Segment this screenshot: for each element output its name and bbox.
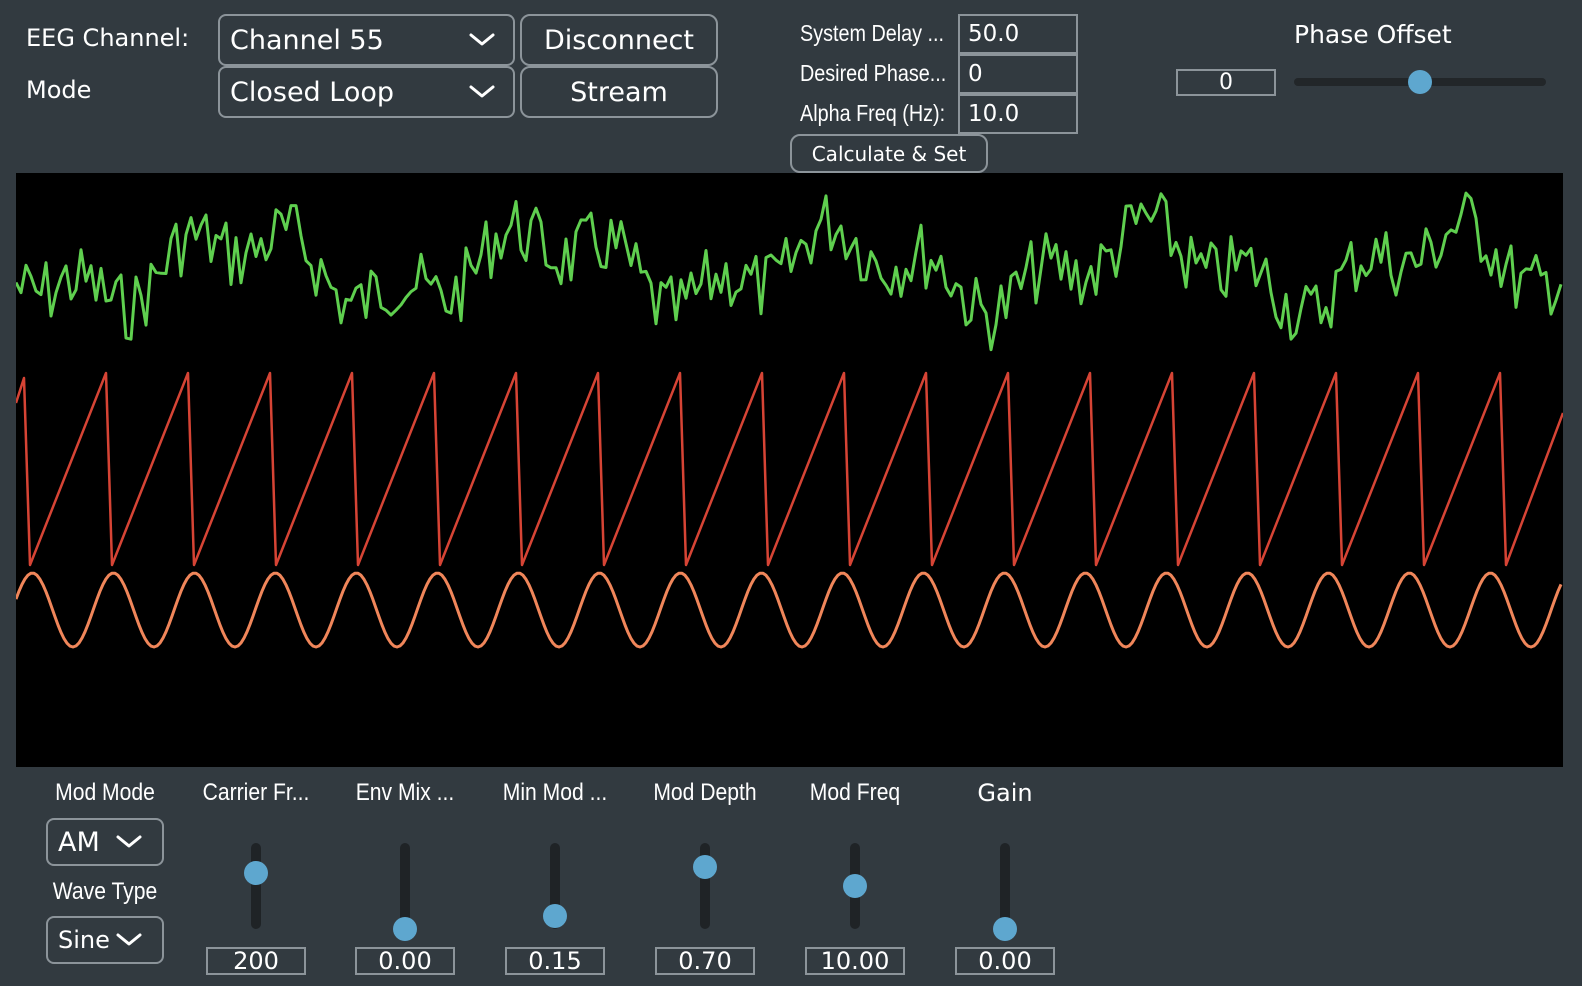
alpha-freq-label: Alpha Freq (Hz): <box>800 100 946 126</box>
slider-label: Gain <box>977 779 1033 807</box>
slider-track[interactable] <box>251 843 261 929</box>
slider-thumb[interactable] <box>843 874 867 898</box>
phase-offset-slider-thumb[interactable] <box>1408 70 1432 94</box>
eeg-channel-label: EEG Channel: <box>26 24 190 52</box>
slider-value[interactable]: 0.15 <box>505 947 605 975</box>
stream-button[interactable]: Stream <box>520 66 718 118</box>
phase-offset-value[interactable]: 0 <box>1176 69 1276 96</box>
chevron-down-icon <box>469 85 495 98</box>
sine-signal-line <box>14 571 1563 649</box>
slider-label: Min Mod ... <box>502 779 608 806</box>
signal-plot <box>14 191 1565 649</box>
slider-thumb[interactable] <box>693 855 717 880</box>
mod-mode-label: Mod Mode <box>55 779 155 806</box>
slider-value[interactable]: 0.00 <box>955 947 1055 975</box>
phase-signal-line <box>14 371 1565 567</box>
slider-thumb[interactable] <box>393 917 417 941</box>
slider-value[interactable]: 0.70 <box>655 947 755 975</box>
slider-thumb[interactable] <box>543 904 567 929</box>
slider-value[interactable]: 10.00 <box>805 947 905 975</box>
slider-label: Carrier Fr... <box>202 779 310 806</box>
system-delay-input[interactable]: 50.0 <box>958 14 1078 54</box>
system-delay-label: System Delay ... <box>800 20 944 46</box>
chevron-down-icon <box>116 835 142 848</box>
slider-thumb[interactable] <box>244 861 268 886</box>
calculate-set-button[interactable]: Calculate & Set <box>790 134 988 173</box>
chevron-down-icon <box>469 33 495 46</box>
channel-select[interactable]: Channel 55 <box>218 14 515 66</box>
desired-phase-label: Desired Phase... <box>800 60 947 86</box>
mod-mode-value: AM <box>58 826 100 858</box>
mod-mode-select[interactable]: AM <box>46 818 164 866</box>
alpha-freq-input[interactable]: 10.0 <box>958 94 1078 134</box>
mode-select-value: Closed Loop <box>230 76 395 108</box>
wave-type-value: Sine <box>58 926 110 954</box>
mode-select[interactable]: Closed Loop <box>218 66 515 118</box>
desired-phase-input[interactable]: 0 <box>958 54 1078 94</box>
slider-label: Env Mix ... <box>355 779 455 806</box>
slider-label: Mod Depth <box>653 779 757 806</box>
signal-scope <box>14 173 1565 767</box>
chevron-down-icon <box>116 933 142 946</box>
channel-select-value: Channel 55 <box>230 24 384 56</box>
slider-value[interactable]: 0.00 <box>355 947 455 975</box>
eeg-signal-line <box>14 191 1563 352</box>
wave-type-label: Wave Type <box>52 878 158 905</box>
slider-label: Mod Freq <box>809 779 901 806</box>
slider-thumb[interactable] <box>993 917 1017 941</box>
slider-value[interactable]: 200 <box>206 947 306 975</box>
disconnect-button[interactable]: Disconnect <box>520 14 718 66</box>
wave-type-select[interactable]: Sine <box>46 916 164 964</box>
phase-offset-label: Phase Offset <box>1294 20 1452 49</box>
mode-label: Mode <box>26 76 92 104</box>
